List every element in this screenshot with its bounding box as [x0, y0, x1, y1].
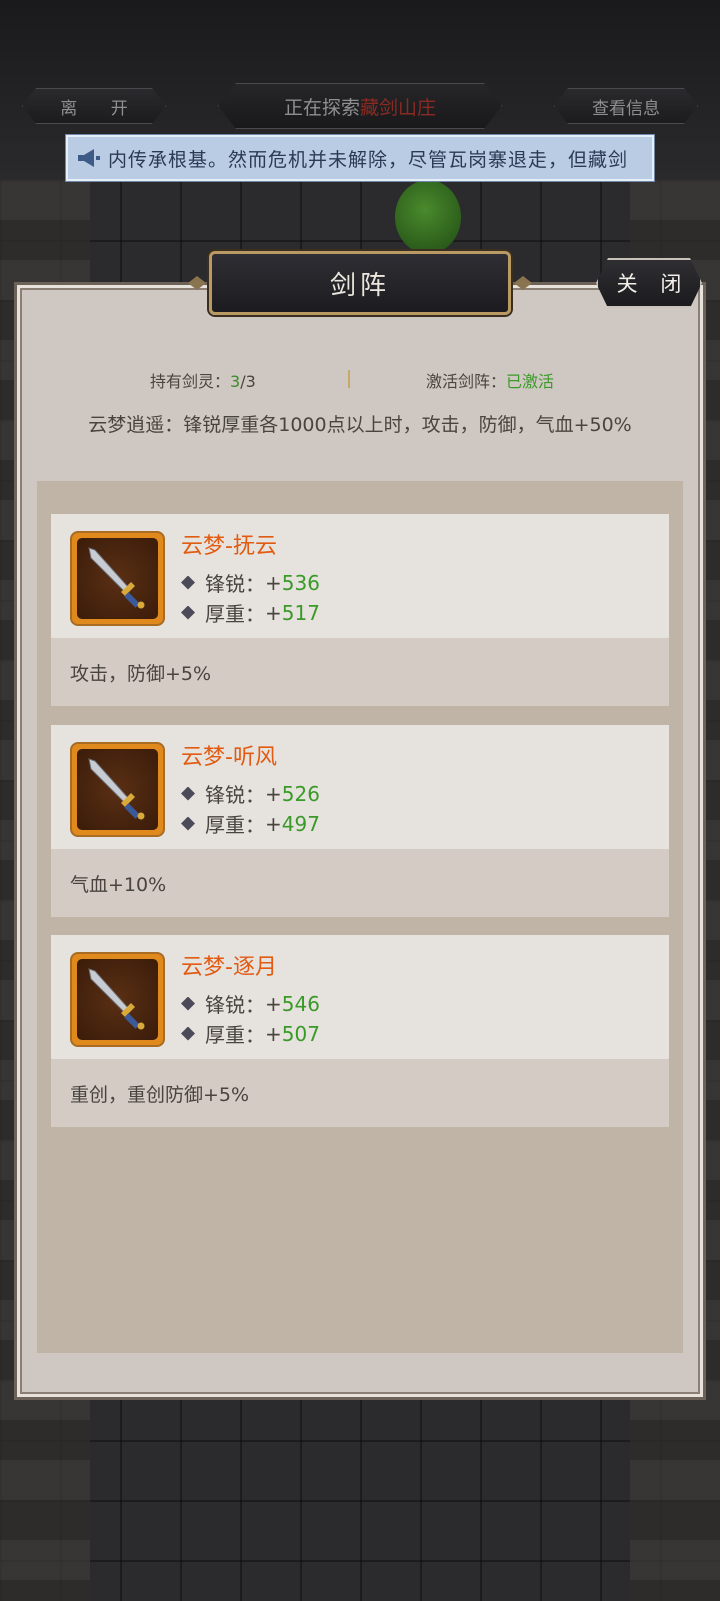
- diamond-icon: [181, 575, 195, 590]
- heaviness-value: 507: [281, 1021, 320, 1046]
- diamond-icon: [181, 816, 195, 831]
- sword-name: 云梦-听风: [181, 745, 277, 770]
- active-formation-status: 激活剑阵：已激活: [426, 368, 554, 392]
- sword-bonus-text: 攻击，防御+5%: [70, 662, 212, 685]
- heaviness-label: 厚重：: [205, 602, 265, 626]
- heaviness-label: 厚重：: [205, 1023, 265, 1047]
- sharpness-value: 526: [281, 781, 320, 806]
- sword-bonus-text: 气血+10%: [70, 873, 167, 896]
- view-info-button[interactable]: 查看信息: [554, 88, 698, 124]
- sharpness-label: 锋锐：: [205, 783, 265, 807]
- sword-name: 云梦-抚云: [181, 534, 277, 559]
- leave-button[interactable]: 离 开: [22, 88, 166, 124]
- formation-description: 云梦逍遥：锋锐厚重各1000点以上时，攻击，防御，气血+50%: [88, 414, 632, 436]
- heaviness-row: 厚重： +497: [181, 809, 320, 838]
- held-total: /3: [240, 372, 256, 391]
- stats-divider: [348, 370, 350, 388]
- heaviness-value: 497: [281, 811, 320, 836]
- close-button[interactable]: 关 闭: [596, 258, 702, 308]
- held-sword-spirits: 持有剑灵：3/3: [150, 368, 256, 392]
- sword-icon: [88, 758, 145, 820]
- sword-bonus: 气血+10%: [51, 849, 669, 917]
- held-label: 持有剑灵：: [150, 372, 231, 391]
- explore-prefix: 正在探索: [283, 96, 360, 119]
- sharpness-row: 锋锐： +546: [181, 989, 320, 1018]
- sharpness-value: 536: [281, 570, 320, 595]
- announcement-text: 内传承根基。然而危机并未解除，尽管瓦岗寨退走，但藏剑: [108, 148, 629, 171]
- sword-card[interactable]: 云梦-抚云 锋锐： +536 厚重： +517 攻击，防御+5%: [51, 514, 669, 706]
- sword-bonus: 重创，重创防御+5%: [51, 1059, 669, 1127]
- announcement-marquee: 内传承根基。然而危机并未解除，尽管瓦岗寨退走，但藏剑: [66, 135, 654, 181]
- diamond-icon: [181, 786, 195, 801]
- panel-title-text: 剑阵: [329, 270, 390, 301]
- sword-card[interactable]: 云梦-逐月 锋锐： +546 厚重： +507 重创，重创防御+5%: [51, 935, 669, 1127]
- sharpness-label: 锋锐：: [205, 572, 265, 596]
- active-label: 激活剑阵：: [426, 372, 507, 391]
- sword-icon-frame: [70, 742, 165, 837]
- sword-icon: [88, 968, 145, 1030]
- sword-name: 云梦-逐月: [181, 955, 277, 980]
- sharpness-row: 锋锐： +536: [181, 568, 320, 597]
- view-info-button-label: 查看信息: [592, 98, 660, 119]
- sword-icon-frame: [70, 531, 165, 626]
- exploring-location-bar: 正在探索 藏剑山庄: [218, 83, 502, 129]
- panel-title: 剑阵: [209, 251, 511, 315]
- sword-card-header: 云梦-抚云 锋锐： +536 厚重： +517: [51, 514, 669, 638]
- diamond-icon: [181, 996, 195, 1011]
- explore-place: 藏剑山庄: [360, 96, 437, 119]
- held-count: 3: [230, 372, 241, 391]
- heaviness-row: 厚重： +507: [181, 1019, 320, 1048]
- megaphone-icon: [78, 149, 100, 167]
- sharpness-value: 546: [281, 991, 320, 1016]
- active-value: 已激活: [506, 372, 555, 391]
- sword-bonus-text: 重创，重创防御+5%: [70, 1083, 250, 1106]
- close-button-label: 关 闭: [616, 272, 690, 296]
- heaviness-value: 517: [281, 600, 320, 625]
- sword-bonus: 攻击，防御+5%: [51, 638, 669, 706]
- sharpness-row: 锋锐： +526: [181, 779, 320, 808]
- diamond-icon: [181, 1026, 195, 1041]
- heaviness-row: 厚重： +517: [181, 598, 320, 627]
- sword-icon: [88, 547, 145, 609]
- heaviness-label: 厚重：: [205, 813, 265, 837]
- sword-card[interactable]: 云梦-听风 锋锐： +526 厚重： +497 气血+10%: [51, 725, 669, 917]
- diamond-icon: [181, 605, 195, 620]
- sword-card-header: 云梦-逐月 锋锐： +546 厚重： +507: [51, 935, 669, 1059]
- leave-button-label: 离 开: [60, 98, 142, 119]
- sword-card-header: 云梦-听风 锋锐： +526 厚重： +497: [51, 725, 669, 849]
- scene-bush: [395, 180, 461, 254]
- sharpness-label: 锋锐：: [205, 993, 265, 1017]
- sword-icon-frame: [70, 952, 165, 1047]
